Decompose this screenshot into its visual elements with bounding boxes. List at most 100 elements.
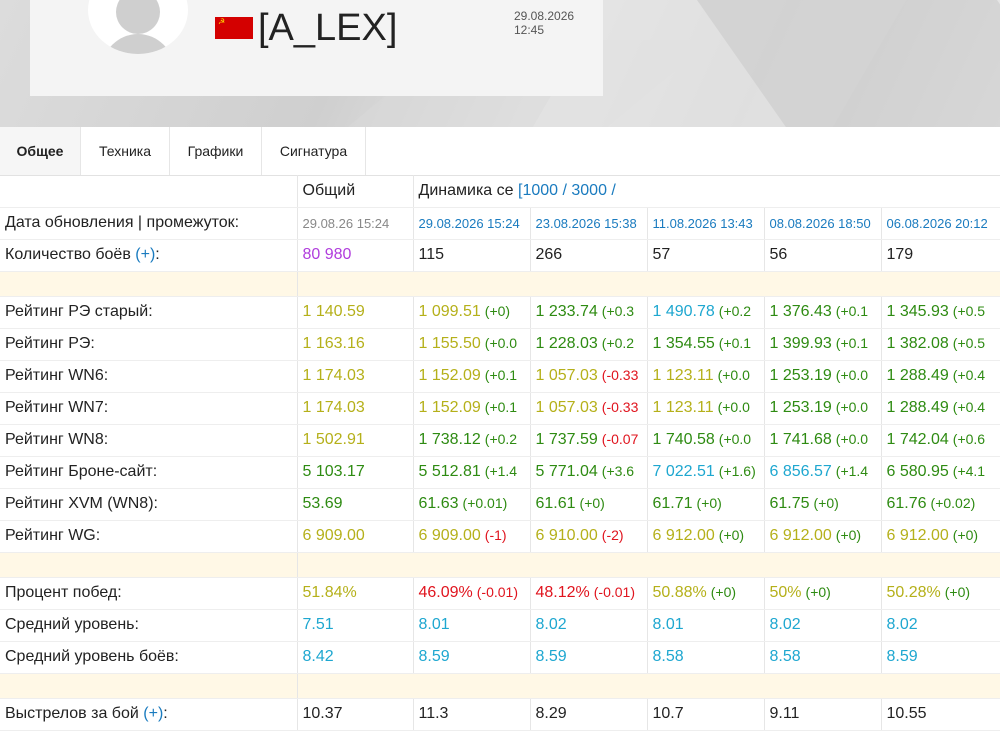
value-cell: 1 253.19 (+0.0 (764, 360, 882, 393)
value-cell: 1 738.12 (+0.2 (413, 424, 531, 457)
metric-row: Рейтинг XVM (WN8): 53.69 61.63 (+0.01) 61.61… (0, 488, 1000, 521)
header-dynamics: Динамика се [1000 / 3000 / (413, 175, 1000, 208)
cell-value: 61.61 (535, 495, 576, 512)
tab-charts[interactable]: Графики (170, 127, 262, 175)
value-cell: 46.09% (-0.01) (413, 577, 531, 610)
table-header-row: Общий Динамика се [1000 / 3000 / (0, 175, 1000, 208)
value-cell: 6 912.00 (+0) (881, 520, 1000, 553)
shots-row: Выстрелов за бой (+): 10.37 11.3 8.29 10.7 9.… (0, 698, 1000, 731)
cell-value: 61.63 (418, 495, 459, 512)
cell-delta: (+1.4 (484, 463, 518, 479)
cell-value: 8.59 (535, 648, 567, 665)
cell-value: 61.71 (652, 495, 693, 512)
cell-value: 7 022.51 (652, 463, 715, 480)
expand-plus-button[interactable]: (+) (135, 246, 155, 263)
cell-value: 1 233.74 (535, 303, 598, 320)
cell-value: 1 741.68 (769, 431, 832, 448)
row-label-suffix: : (163, 705, 168, 722)
cell-delta: (-1) (484, 527, 507, 543)
cell-value: 6 856.57 (769, 463, 832, 480)
period-date-cell[interactable]: 29.08.2026 15:24 (413, 207, 531, 240)
value-cell: 1 253.19 (+0.0 (764, 392, 882, 425)
cell-value: 50.28% (886, 584, 941, 601)
value-cell: 8.01 (647, 609, 765, 642)
value-cell: 1 123.11 (+0.0 (647, 360, 765, 393)
tab-general[interactable]: Общее (0, 127, 81, 175)
tab-signature[interactable]: Сигнатура (262, 127, 366, 175)
row-label: Рейтинг Броне-сайт: (0, 456, 298, 489)
row-label: Рейтинг XVM (WN8): (0, 488, 298, 521)
value-cell: 7 022.51 (+1.6) (647, 456, 765, 489)
value-cell: 61.75 (+0) (764, 488, 882, 521)
cell-value: 6 912.00 (769, 527, 832, 544)
cell-delta: (+0.1 (835, 303, 869, 319)
cell-value: 6 912.00 (886, 527, 949, 544)
value-cell: 5 512.81 (+1.4 (413, 456, 531, 489)
cell-value: 1 376.43 (769, 303, 832, 320)
cell-delta: (+0) (952, 527, 979, 543)
row-label: Количество боёв (+): (0, 239, 298, 272)
cell-value: 6 912.00 (652, 527, 715, 544)
tab-vehicles[interactable]: Техника (81, 127, 170, 175)
dynamics-title: Динамика се (418, 181, 514, 199)
value-cell: 8.59 (413, 641, 531, 674)
cell-value: 8.02 (886, 616, 918, 633)
separator-cell (297, 552, 1000, 578)
cell-value: 6 910.00 (535, 527, 598, 544)
update-date-row: Дата обновления | промежуток: 29.08.26 15… (0, 207, 1000, 240)
value-cell: 9.11 (764, 698, 882, 731)
cell-delta: (+0.3 (601, 303, 635, 319)
value-cell: 179 (881, 239, 1000, 272)
value-cell: 6 912.00 (+0) (764, 520, 882, 553)
total-value: 53.69 (297, 488, 414, 521)
total-value: 1 163.16 (297, 328, 414, 361)
dynamics-range-link[interactable]: [1000 / 3000 / (518, 182, 616, 199)
value-cell: 56 (764, 239, 882, 272)
value-cell: 1 740.58 (+0.0 (647, 424, 765, 457)
value-cell: 1 737.59 (-0.07 (530, 424, 648, 457)
cell-delta: (+1.6) (718, 463, 756, 479)
cell-value: 8.59 (886, 648, 918, 665)
metric-row: Рейтинг WN8: 1 502.91 1 738.12 (+0.2 1 737.5… (0, 424, 1000, 457)
metric-row: Средний уровень боёв: 8.42 8.59 8.59 8.58 8.5… (0, 641, 1000, 674)
row-label: Процент побед: (0, 577, 298, 610)
avatar-head-icon (116, 0, 160, 34)
cell-value: 1 099.51 (418, 303, 481, 320)
value-cell: 8.01 (413, 609, 531, 642)
period-date-cell[interactable]: 08.08.2026 18:50 (764, 207, 882, 240)
value-cell: 6 856.57 (+1.4 (764, 456, 882, 489)
value-cell: 1 345.93 (+0.5 (881, 296, 1000, 329)
value-cell: 8.59 (881, 641, 1000, 674)
header-total: Общий (297, 175, 414, 208)
value-cell: 8.59 (530, 641, 648, 674)
separator-row (0, 271, 1000, 297)
value-cell: 61.63 (+0.01) (413, 488, 531, 521)
cell-delta: (+0) (579, 495, 605, 511)
ussr-flag-icon: ☭ (215, 17, 253, 39)
total-value: 8.42 (297, 641, 414, 674)
value-cell: 8.58 (647, 641, 765, 674)
hammer-sickle-icon: ☭ (218, 17, 226, 26)
cell-value: 6 580.95 (886, 463, 949, 480)
cell-delta: (+0.01) (462, 495, 508, 511)
value-cell: 57 (647, 239, 765, 272)
cell-delta: (+0.5 (952, 335, 986, 351)
metric-row: Процент побед: 51.84% 46.09% (-0.01) 48.12%(… (0, 577, 1000, 610)
row-label-suffix: : (155, 246, 160, 263)
period-date-cell[interactable]: 11.08.2026 13:43 (647, 207, 765, 240)
value-cell: 1 742.04 (+0.6 (881, 424, 1000, 457)
period-date-cell[interactable]: 23.08.2026 15:38 (530, 207, 648, 240)
stats-table-body: Общий Динамика се [1000 / 3000 / Дата об… (0, 175, 1000, 731)
separator-row (0, 552, 1000, 578)
value-cell: 6 910.00 (-2) (530, 520, 648, 553)
value-cell: 5 771.04 (+3.6 (530, 456, 648, 489)
cell-delta: (+0.2 (718, 303, 752, 319)
row-label: Выстрелов за бой (+): (0, 698, 298, 731)
expand-plus-button[interactable]: (+) (143, 705, 163, 722)
cell-value: 50% (769, 584, 802, 601)
row-label: Рейтинг WN7: (0, 392, 298, 425)
period-date-cell[interactable]: 06.08.2026 20:12 (881, 207, 1000, 240)
value-cell: 8.02 (530, 609, 648, 642)
cell-value: 5 771.04 (535, 463, 598, 480)
cell-delta: (+0) (813, 495, 839, 511)
